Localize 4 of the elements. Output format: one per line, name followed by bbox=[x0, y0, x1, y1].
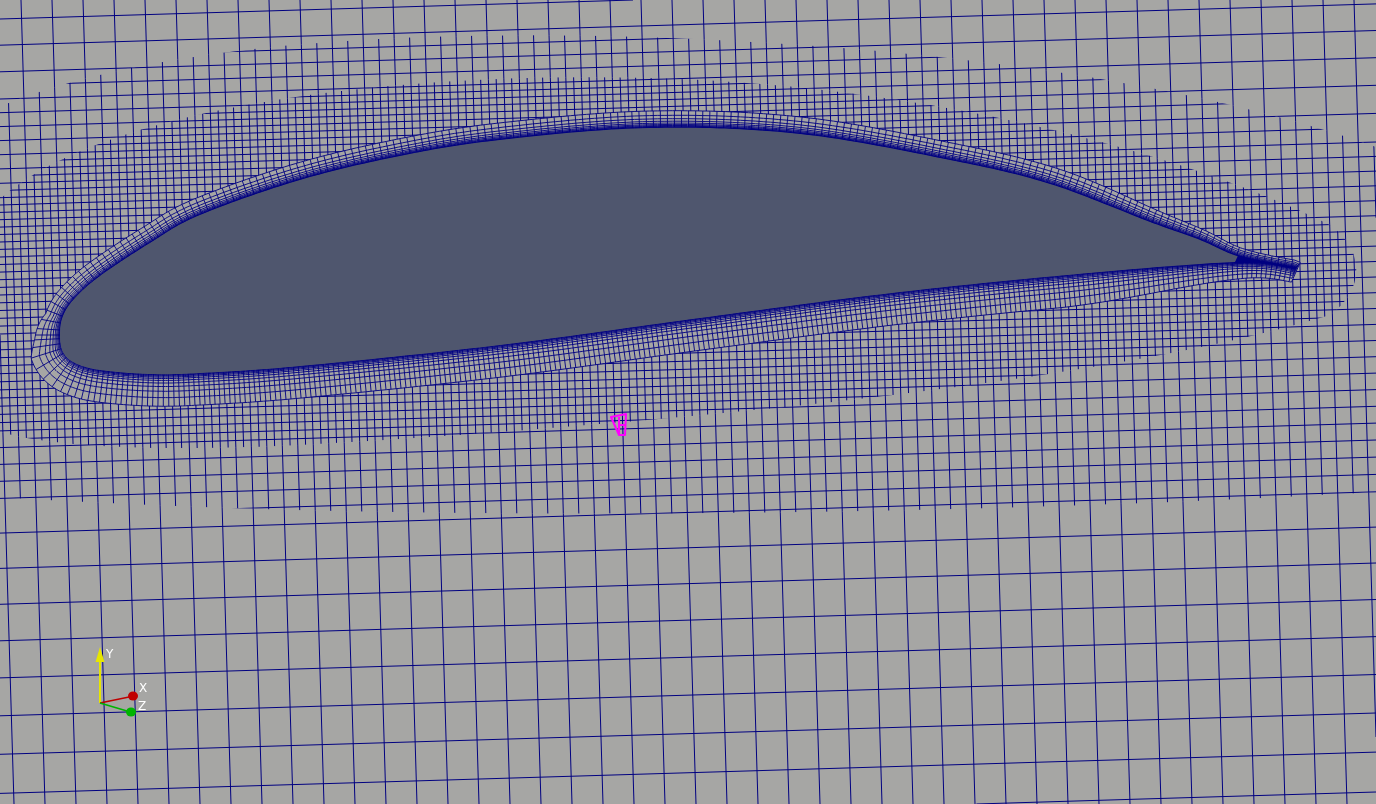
trapezoid-marker-icon bbox=[610, 413, 627, 436]
axis-label: Z bbox=[138, 699, 147, 713]
axis-label: X bbox=[139, 681, 148, 695]
axis-label: Y bbox=[106, 647, 114, 661]
